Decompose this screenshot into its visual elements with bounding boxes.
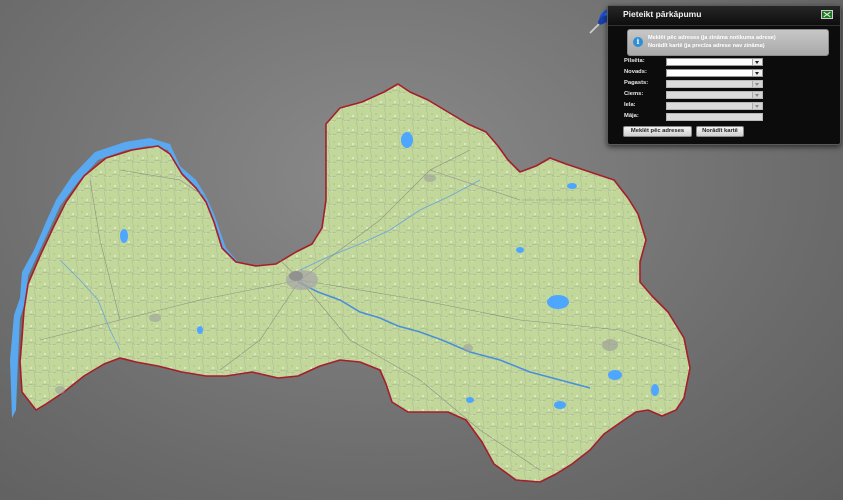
city xyxy=(424,174,436,182)
city xyxy=(149,314,161,322)
city xyxy=(463,344,473,352)
house-input[interactable] xyxy=(666,113,763,121)
search-by-address-button[interactable]: Meklēt pēc adreses xyxy=(623,126,692,137)
municipality-label: Novads: xyxy=(624,69,647,75)
info-icon: i xyxy=(633,37,643,47)
panel-header: Pieteikt pārkāpumu xyxy=(608,6,840,26)
house-label: Māja: xyxy=(624,113,639,119)
lake xyxy=(651,384,659,396)
lake xyxy=(197,326,203,334)
chevron-down-icon[interactable] xyxy=(752,81,762,87)
show-on-map-button[interactable]: Norādīt kartē xyxy=(696,126,744,137)
lake xyxy=(401,132,413,148)
city-select[interactable] xyxy=(666,58,763,66)
chevron-down-icon[interactable] xyxy=(752,59,762,65)
village-label: Ciems: xyxy=(624,91,644,97)
panel-title: Pieteikt pārkāpumu xyxy=(623,9,702,19)
city xyxy=(55,386,65,394)
info-line-map: Norādīt kartē (ja precīza adrese nav zin… xyxy=(648,43,765,49)
chevron-down-icon[interactable] xyxy=(752,92,762,98)
lake-lubans xyxy=(547,295,569,309)
street-select[interactable] xyxy=(666,102,763,110)
village-select[interactable] xyxy=(666,91,763,99)
street-label: Iela: xyxy=(624,102,636,108)
municipality-select[interactable] xyxy=(666,69,763,77)
lake xyxy=(120,229,128,243)
info-box: i Meklēt pēc adreses (ja zināma notikuma… xyxy=(627,29,829,56)
chevron-down-icon[interactable] xyxy=(752,103,762,109)
parish-label: Pagasts: xyxy=(624,80,649,86)
parish-select[interactable] xyxy=(666,80,763,88)
lake xyxy=(554,401,566,409)
city xyxy=(602,339,618,351)
close-icon[interactable] xyxy=(821,10,833,19)
lake xyxy=(516,247,524,253)
lake xyxy=(466,397,474,403)
city-label: Pilsēta: xyxy=(624,58,645,64)
report-panel: Pieteikt pārkāpumu i Meklēt pēc adreses … xyxy=(607,5,841,145)
lake xyxy=(608,370,622,380)
chevron-down-icon[interactable] xyxy=(752,70,762,76)
info-line-search: Meklēt pēc adreses (ja zināma notikuma a… xyxy=(648,35,776,41)
lake xyxy=(567,183,577,189)
riga-city xyxy=(286,270,318,290)
